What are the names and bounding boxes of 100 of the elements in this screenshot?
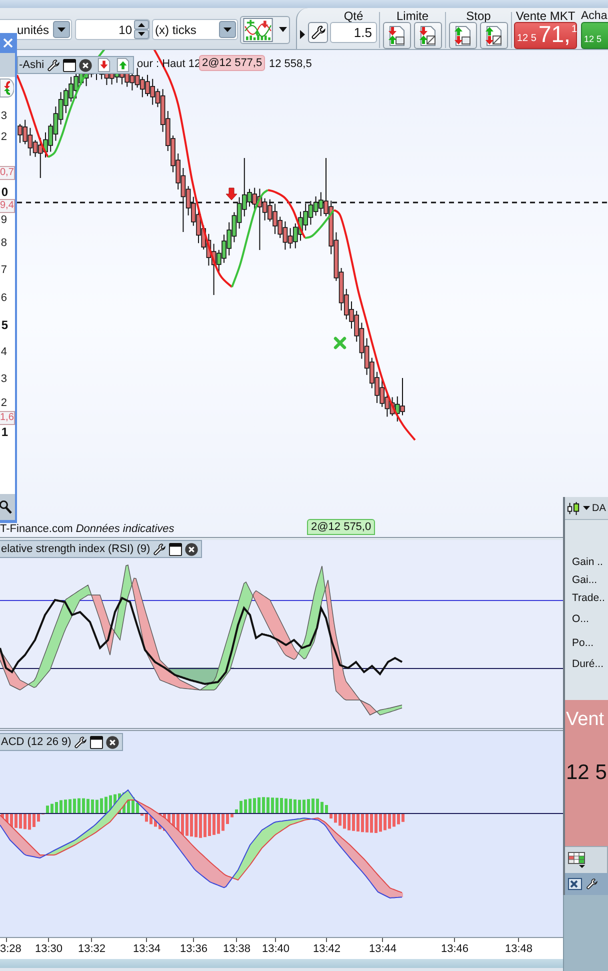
wrench-icon[interactable] bbox=[586, 878, 598, 890]
data-source-note: T-Finance.com Données indicatives bbox=[0, 523, 174, 535]
histogram-bar bbox=[217, 813, 220, 834]
histogram-bar bbox=[50, 804, 54, 813]
histogram-bar bbox=[392, 813, 396, 827]
histogram-bar bbox=[91, 800, 94, 813]
chart-style-button[interactable] bbox=[240, 16, 290, 44]
stop-order-label: Stop bbox=[466, 10, 491, 22]
histogram-bar bbox=[294, 799, 296, 813]
time-label: 13:32 bbox=[78, 943, 106, 955]
histogram-bar bbox=[276, 798, 278, 813]
expand-arrow-icon[interactable] bbox=[300, 30, 305, 39]
settings-button[interactable] bbox=[308, 22, 328, 43]
spreadsheet-icon[interactable] bbox=[568, 878, 582, 890]
time-label: 13:42 bbox=[313, 943, 341, 955]
limit-order-button[interactable] bbox=[414, 22, 442, 49]
pending-order-badge[interactable]: 2@12 575,0 bbox=[307, 519, 376, 535]
wrench-icon[interactable] bbox=[47, 58, 60, 72]
swap-arrows-icon[interactable] bbox=[0, 78, 14, 98]
scrollbar-track[interactable] bbox=[0, 959, 563, 968]
histogram-bar bbox=[82, 798, 85, 813]
price-label: 5 bbox=[1, 318, 8, 332]
histogram-bar bbox=[96, 800, 98, 813]
indicator-name: ACD (12 26 9) bbox=[1, 736, 72, 748]
window-icon[interactable] bbox=[169, 542, 182, 556]
instrument-name[interactable]: DA bbox=[592, 502, 606, 514]
window-icon[interactable] bbox=[90, 736, 104, 748]
cross-marker bbox=[334, 336, 346, 350]
histogram-bar bbox=[136, 802, 139, 813]
histogram-bar bbox=[64, 800, 67, 813]
sell-market-label: Vente MKT bbox=[516, 10, 576, 22]
price-label: 0,7 bbox=[0, 166, 15, 180]
wrench-icon[interactable] bbox=[74, 736, 88, 748]
wrench-icon[interactable] bbox=[153, 542, 166, 556]
histogram-bar bbox=[289, 798, 292, 813]
stop-order-button[interactable] bbox=[449, 22, 477, 49]
histogram-bar bbox=[262, 797, 265, 813]
time-label: 13:36 bbox=[180, 943, 208, 955]
stop-order-button[interactable] bbox=[480, 22, 508, 49]
histogram-bar bbox=[338, 813, 342, 826]
histogram-bar bbox=[284, 798, 288, 813]
indicator-name: -Ashi bbox=[19, 59, 44, 71]
histogram-bar bbox=[374, 813, 378, 833]
units-dropdown[interactable]: unités bbox=[0, 19, 72, 40]
chart-indicator-icon bbox=[242, 18, 274, 42]
histogram-bar bbox=[104, 796, 108, 813]
histogram-bar bbox=[73, 798, 76, 813]
wrench-icon bbox=[310, 25, 326, 40]
histogram-bar bbox=[402, 813, 404, 822]
histogram-bar bbox=[280, 798, 283, 813]
histogram-bar bbox=[19, 813, 22, 828]
window-icon[interactable] bbox=[63, 58, 76, 72]
histogram-bar bbox=[132, 797, 134, 813]
close-icon bbox=[2, 38, 12, 48]
histogram-bar bbox=[208, 813, 211, 836]
price-label: 4 bbox=[0, 345, 7, 359]
histogram-bar bbox=[325, 805, 328, 813]
down-arrow-document-icon[interactable] bbox=[97, 58, 112, 72]
time-label: 13:44 bbox=[369, 943, 397, 955]
histogram-bar bbox=[55, 802, 58, 813]
histogram-bar bbox=[258, 797, 260, 813]
histogram-bar bbox=[334, 813, 337, 823]
spinner-icon[interactable] bbox=[134, 20, 149, 39]
histogram-bar bbox=[266, 797, 270, 813]
price-label: 2 bbox=[0, 130, 7, 144]
price-label: 1 bbox=[1, 425, 8, 439]
tick-count-field[interactable]: 10 bbox=[75, 19, 150, 40]
quantity-field[interactable]: 1.5 bbox=[330, 22, 377, 43]
price-label: 1,6 bbox=[0, 411, 15, 425]
limit-order-button[interactable] bbox=[383, 22, 411, 49]
histogram-bar bbox=[253, 798, 256, 814]
caret-icon[interactable] bbox=[583, 506, 590, 510]
buy-market-label: Acha bbox=[581, 10, 608, 22]
price-label: 3 bbox=[0, 372, 7, 386]
histogram-bar bbox=[330, 813, 332, 818]
order-badge[interactable]: 2@12 577,5 bbox=[199, 55, 266, 71]
candlestick-icon[interactable] bbox=[567, 502, 580, 514]
price-label: 8 bbox=[0, 236, 7, 250]
limit-order-label: Limite bbox=[396, 10, 428, 22]
close-icon[interactable] bbox=[106, 736, 120, 748]
stat-label: Po... bbox=[572, 636, 595, 651]
histogram-bar bbox=[226, 813, 229, 824]
search-icon bbox=[0, 500, 12, 514]
quantity-label: Qté bbox=[344, 10, 364, 22]
histogram-bar bbox=[24, 813, 26, 830]
stat-label: Duré... bbox=[572, 657, 605, 672]
table-layout-icon[interactable] bbox=[568, 852, 586, 868]
close-icon[interactable] bbox=[185, 542, 198, 556]
close-icon[interactable] bbox=[79, 58, 92, 72]
time-label: 13:30 bbox=[35, 943, 63, 955]
stat-label: Gai... bbox=[572, 573, 598, 588]
up-arrow-document-icon[interactable] bbox=[116, 58, 130, 72]
stat-label: Trade.. bbox=[572, 591, 606, 606]
tick-unit-dropdown[interactable]: (x) ticks bbox=[152, 19, 238, 40]
search-button[interactable] bbox=[0, 494, 15, 520]
price-label: 3 bbox=[0, 109, 7, 123]
sell-quote-area[interactable]: Vent 12 5 bbox=[565, 700, 608, 846]
down-arrow-marker bbox=[226, 188, 238, 200]
histogram-bar bbox=[186, 813, 188, 836]
histogram-bar bbox=[100, 798, 103, 813]
